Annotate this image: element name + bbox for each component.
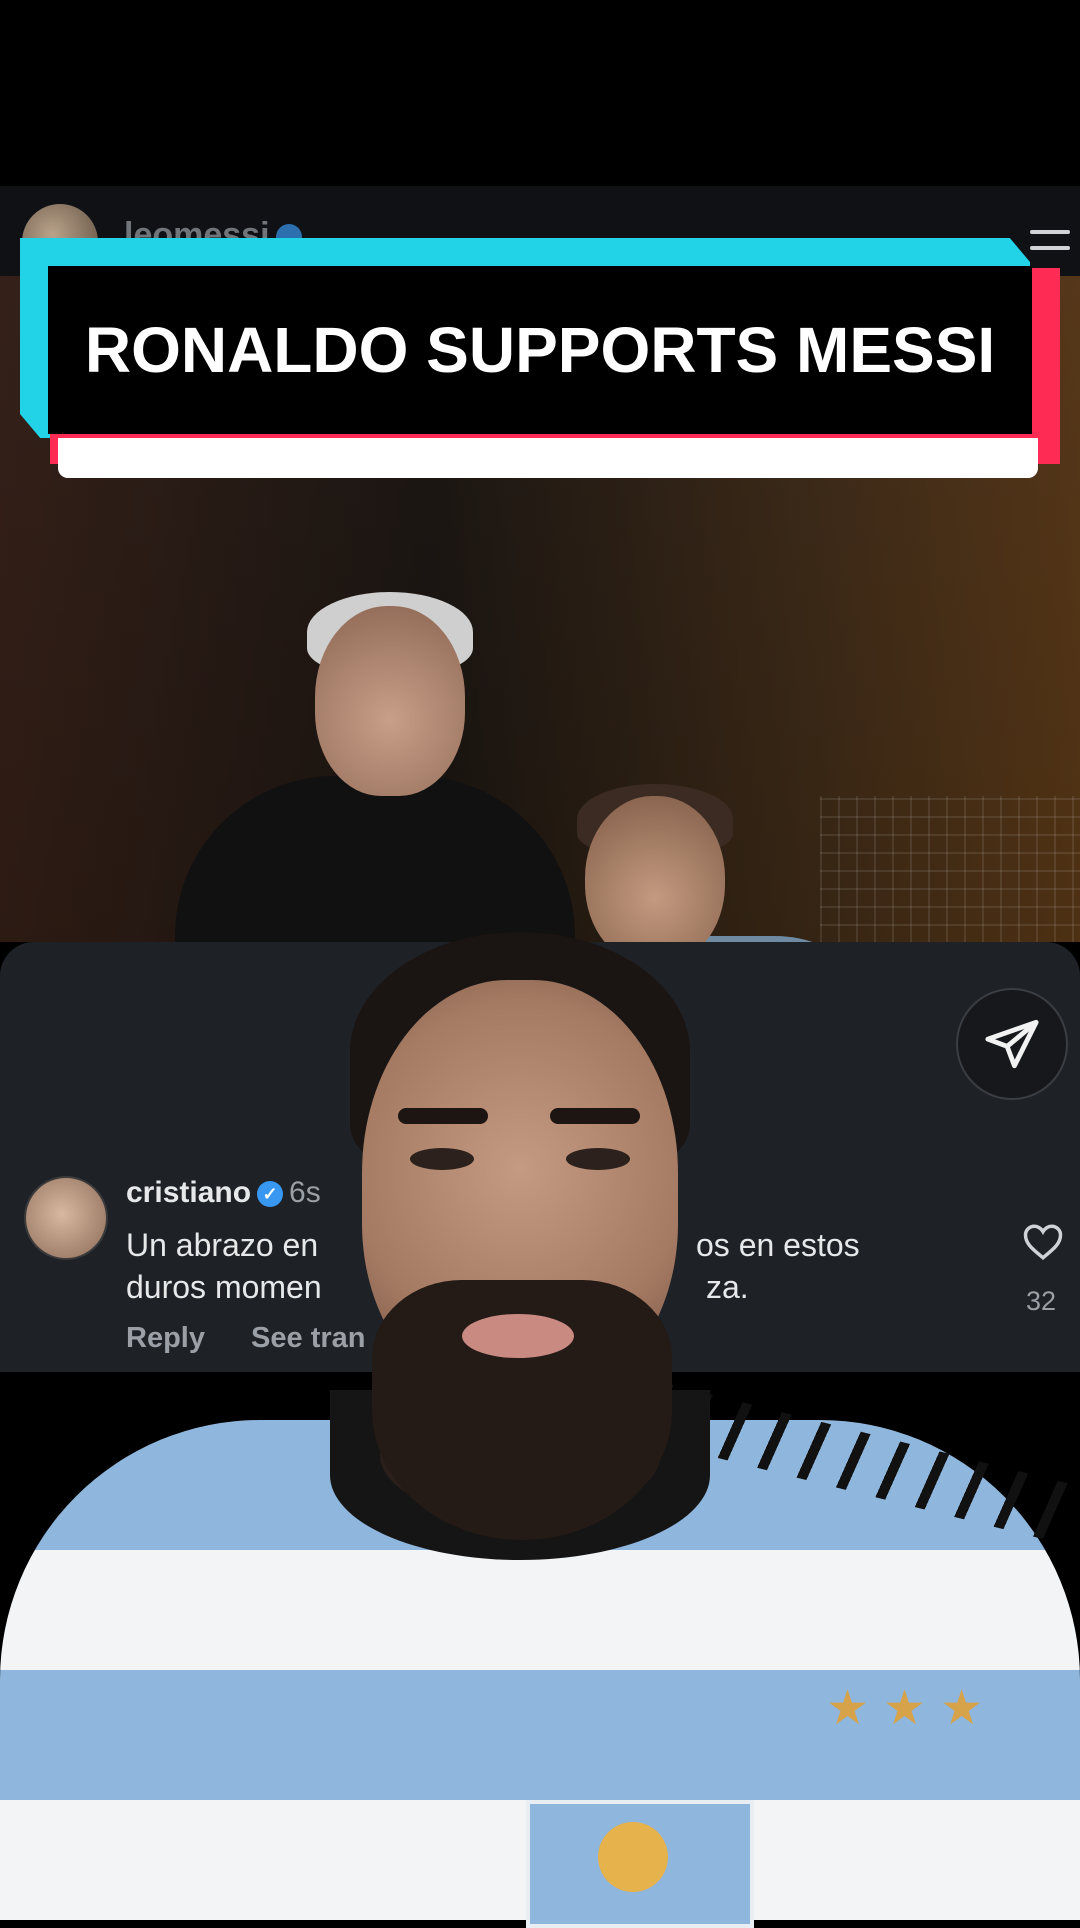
banner-title: RONALDO SUPPORTS MESSI [84,314,996,386]
presenter-brow-left [398,1108,488,1124]
jersey-stars: ★★★ [826,1682,998,1735]
jersey-sun-emblem [598,1822,668,1892]
banner-white-layer [58,438,1038,478]
top-black-bar [0,0,1080,186]
presenter-eye-right [566,1148,630,1170]
title-banner: RONALDO SUPPORTS MESSI [20,238,1060,478]
presenter-person: ★★★ [0,920,1080,1928]
presenter-eye-left [410,1148,474,1170]
presenter-lips [462,1314,574,1358]
photo-person-older-man [175,592,575,942]
presenter-brow-right [550,1108,640,1124]
